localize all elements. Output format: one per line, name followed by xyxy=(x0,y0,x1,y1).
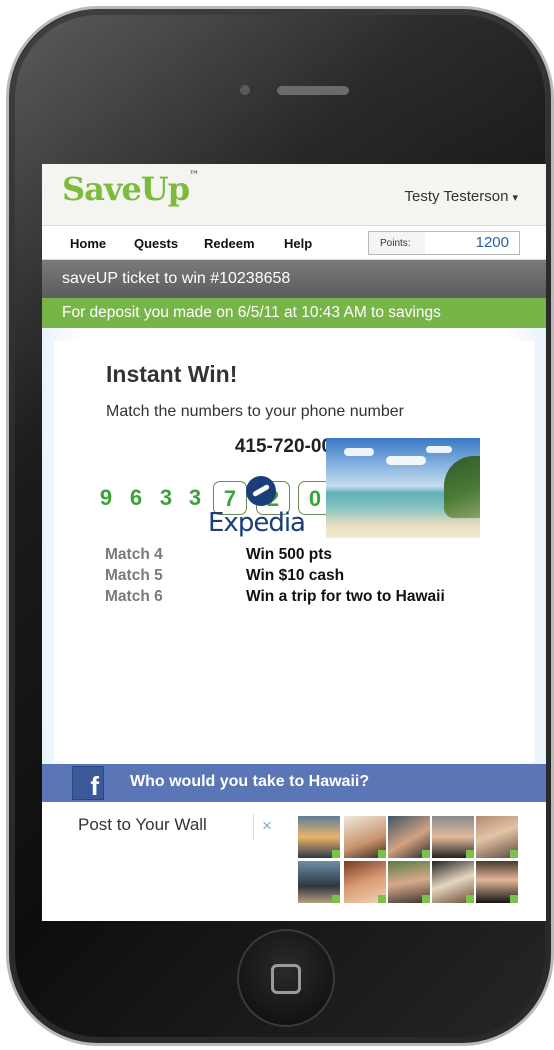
hawaii-beach-photo xyxy=(326,438,480,538)
online-indicator xyxy=(332,850,340,858)
logo-text: SaveUp xyxy=(62,170,190,208)
online-indicator xyxy=(332,895,340,903)
home-square-icon xyxy=(271,964,301,994)
friend-photo[interactable] xyxy=(388,861,430,903)
cloud xyxy=(386,456,426,465)
friend-photo[interactable] xyxy=(298,816,340,858)
friend-photo[interactable] xyxy=(432,861,474,903)
friend-photo[interactable] xyxy=(476,816,518,858)
expedia-logo: Expedia xyxy=(208,476,318,556)
nav-help[interactable]: Help xyxy=(284,236,312,251)
logo-trademark: ™ xyxy=(189,170,199,181)
friend-photo[interactable] xyxy=(344,861,386,903)
nav-home[interactable]: Home xyxy=(70,236,106,251)
instant-win-title: Instant Win! xyxy=(106,361,238,387)
digit-plain: 3 xyxy=(188,485,202,510)
instant-win-subtitle: Match the numbers to your phone number xyxy=(106,403,404,420)
prize-value: Win a trip for two to Hawaii xyxy=(246,588,445,605)
post-to-wall-button[interactable]: Post to Your Wall xyxy=(78,815,207,835)
friend-photo[interactable] xyxy=(344,816,386,858)
nav-redeem[interactable]: Redeem xyxy=(204,236,255,251)
points-box: Points: 1200 xyxy=(368,231,520,255)
friend-photo[interactable] xyxy=(432,816,474,858)
digit-plain: 6 xyxy=(129,485,143,510)
ticket-bar: saveUP ticket to win #10238658 xyxy=(42,260,546,298)
phone-device: SaveUp™ Testy Testerson ▾ Home Quests Red… xyxy=(6,6,554,1046)
sponsor-name: Expedia xyxy=(208,508,306,538)
chevron-down-icon: ▾ xyxy=(512,192,518,204)
saveup-logo[interactable]: SaveUp™ xyxy=(62,170,199,208)
friend-photo[interactable] xyxy=(298,861,340,903)
earpiece-speaker xyxy=(277,86,349,95)
cloud xyxy=(344,448,374,456)
digit-plain: 3 xyxy=(159,485,173,510)
prize-value: Win $10 cash xyxy=(246,567,345,584)
online-indicator xyxy=(510,895,518,903)
online-indicator xyxy=(422,850,430,858)
home-button[interactable] xyxy=(237,929,335,1027)
app-screen: SaveUp™ Testy Testerson ▾ Home Quests Red… xyxy=(42,164,546,921)
online-indicator xyxy=(466,850,474,858)
online-indicator xyxy=(378,850,386,858)
palm-trees xyxy=(444,456,480,518)
prize-match-label: Match 5 xyxy=(105,567,163,584)
points-label: Points: xyxy=(380,238,411,249)
friend-photo[interactable] xyxy=(476,861,518,903)
main-nav: Home Quests Redeem Help Points: 1200 xyxy=(42,226,546,260)
prize-match-label: Match 6 xyxy=(105,588,163,605)
friend-photo[interactable] xyxy=(388,816,430,858)
prize-match-label: Match 4 xyxy=(105,546,163,563)
online-indicator xyxy=(422,895,430,903)
digit-plain: 9 xyxy=(99,485,113,510)
divider xyxy=(253,814,254,840)
points-value: 1200 xyxy=(425,232,519,254)
user-name: Testy Testerson xyxy=(404,188,509,205)
app-header: SaveUp™ Testy Testerson ▾ xyxy=(42,164,546,226)
globe-icon xyxy=(246,476,276,506)
online-indicator xyxy=(510,850,518,858)
facebook-question: Who would you take to Hawaii? xyxy=(130,773,370,790)
cloud xyxy=(426,446,452,453)
user-menu[interactable]: Testy Testerson ▾ xyxy=(405,188,518,205)
front-camera xyxy=(240,85,250,95)
facebook-icon: f xyxy=(72,766,104,801)
close-icon[interactable]: × xyxy=(262,816,272,836)
nav-quests[interactable]: Quests xyxy=(134,236,178,251)
online-indicator xyxy=(378,895,386,903)
deposit-bar: For deposit you made on 6/5/11 at 10:43 … xyxy=(42,298,546,328)
online-indicator xyxy=(466,895,474,903)
facebook-bar: f Who would you take to Hawaii? xyxy=(42,764,546,802)
